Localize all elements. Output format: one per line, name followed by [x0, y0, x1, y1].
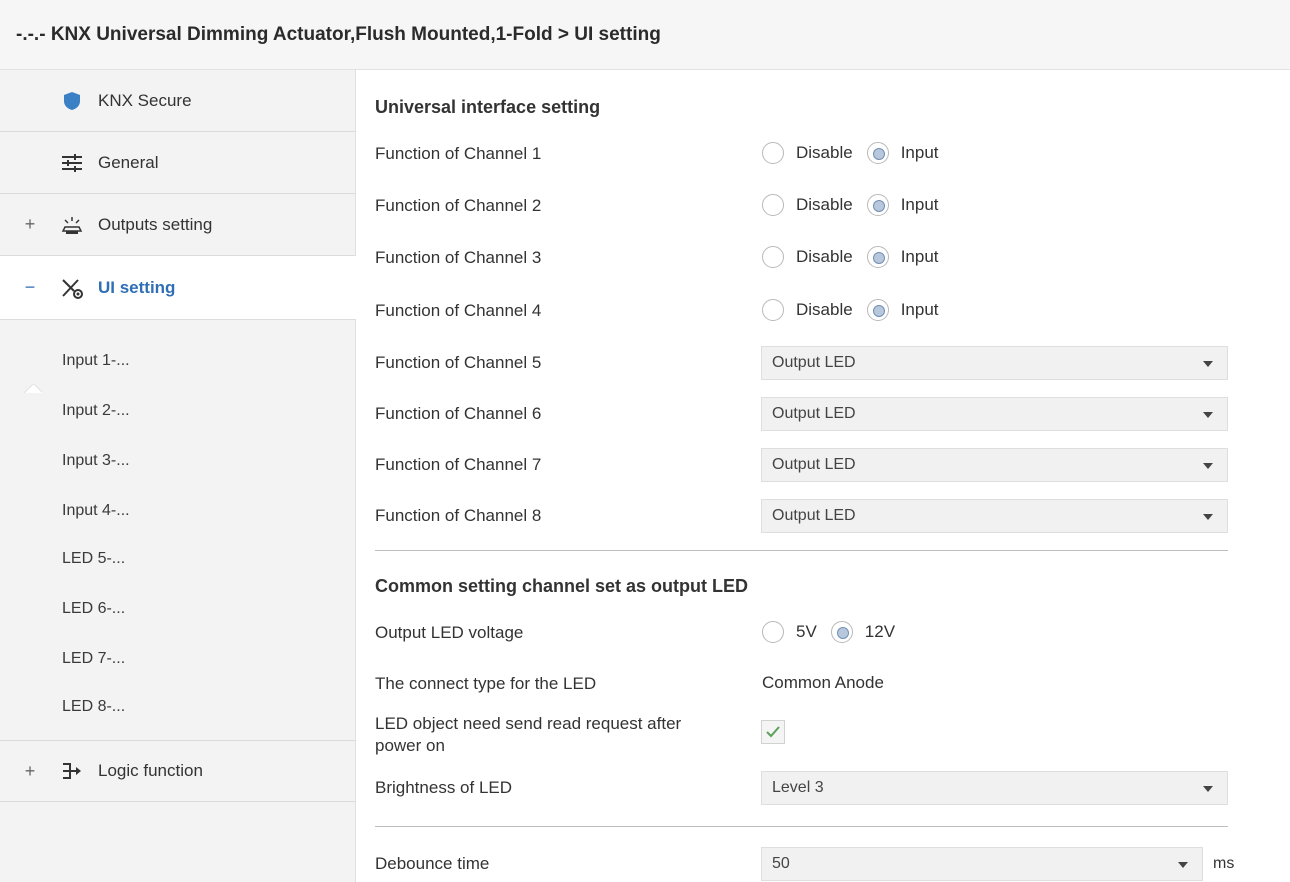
read-request-label-line2: power on — [375, 736, 445, 755]
debounce-unit: ms — [1213, 855, 1235, 872]
radio-label-5v: 5V — [796, 622, 817, 641]
channel-4-disable-radio[interactable] — [762, 299, 784, 321]
section-title-universal-interface: Universal interface setting — [375, 97, 601, 117]
section-divider — [375, 826, 1228, 827]
channel-2-radio-group: Disable Input — [762, 194, 953, 216]
sidebar-item-logic-function[interactable]: + Logic function — [0, 740, 356, 802]
channel-4-input-radio[interactable] — [866, 299, 889, 321]
read-request-label: LED object need send read request after … — [375, 713, 681, 757]
read-request-checkbox[interactable] — [761, 720, 785, 744]
channel-2-label: Function of Channel 2 — [375, 196, 542, 215]
channel-7-select-value: Output LED — [772, 456, 856, 473]
chevron-down-icon — [1203, 412, 1213, 418]
sidebar-item-label: UI setting — [98, 277, 176, 297]
channel-1-disable-radio[interactable] — [762, 142, 784, 164]
sidebar-item-knx-secure[interactable]: KNX Secure — [0, 70, 356, 132]
voltage-12v-radio[interactable] — [830, 621, 853, 643]
output-led-voltage-label: Output LED voltage — [375, 623, 524, 642]
expand-icon[interactable]: + — [22, 761, 38, 782]
debounce-time-value: 50 — [772, 855, 790, 872]
chevron-down-icon — [1203, 463, 1213, 469]
sidebar-subitem-led-5[interactable]: LED 5-... — [62, 550, 125, 568]
sidebar-subitem-input-1[interactable]: Input 1-... — [62, 352, 130, 370]
lamp-icon — [60, 213, 84, 237]
channel-2-input-radio[interactable] — [866, 194, 889, 216]
debounce-time-label: Debounce time — [375, 854, 490, 873]
sidebar-subitem-led-8[interactable]: LED 8-... — [62, 698, 125, 716]
sidebar-item-ui-setting[interactable]: − UI setting — [0, 256, 356, 320]
sidebar-subitem-input-4[interactable]: Input 4-... — [62, 502, 130, 520]
channel-7-label: Function of Channel 7 — [375, 455, 542, 474]
debounce-time-select[interactable]: 50 — [761, 847, 1203, 881]
sidebar-item-general[interactable]: General — [0, 132, 356, 194]
brightness-select-value: Level 3 — [772, 779, 824, 796]
channel-5-select[interactable]: Output LED — [761, 346, 1228, 380]
radio-label-input: Input — [900, 300, 939, 319]
channel-8-select[interactable]: Output LED — [761, 499, 1228, 533]
channel-3-label: Function of Channel 3 — [375, 248, 542, 267]
radio-label-disable: Disable — [796, 247, 853, 266]
section-divider — [375, 550, 1228, 551]
voltage-5v-radio[interactable] — [762, 621, 784, 643]
shield-icon — [60, 89, 84, 113]
expand-icon[interactable]: + — [22, 214, 38, 235]
chevron-down-icon — [1203, 361, 1213, 367]
collapse-icon[interactable]: − — [22, 277, 38, 298]
sidebar-subitem-input-3[interactable]: Input 3-... — [62, 452, 130, 470]
channel-6-label: Function of Channel 6 — [375, 404, 542, 423]
channel-2-disable-radio[interactable] — [762, 194, 784, 216]
channel-5-label: Function of Channel 5 — [375, 353, 542, 372]
active-item-pointer — [24, 384, 42, 393]
channel-1-label: Function of Channel 1 — [375, 144, 542, 163]
channel-4-radio-group: Disable Input — [762, 299, 953, 321]
read-request-label-line1: LED object need send read request after — [375, 714, 682, 733]
radio-label-disable: Disable — [796, 300, 853, 319]
channel-1-input-radio[interactable] — [866, 142, 889, 164]
channel-3-input-radio[interactable] — [866, 246, 889, 268]
sidebar-item-label: Logic function — [98, 761, 203, 780]
connect-type-label: The connect type for the LED — [375, 674, 597, 693]
channel-1-radio-group: Disable Input — [762, 142, 953, 164]
channel-3-disable-radio[interactable] — [762, 246, 784, 268]
logic-gate-icon — [60, 759, 84, 783]
sidebar-item-label: Outputs setting — [98, 214, 213, 234]
sidebar-subitem-led-6[interactable]: LED 6-... — [62, 600, 125, 618]
sliders-icon — [60, 151, 84, 175]
channel-4-label: Function of Channel 4 — [375, 301, 542, 320]
radio-label-input: Input — [900, 143, 939, 162]
sidebar-item-label: General — [98, 152, 159, 172]
channel-8-select-value: Output LED — [772, 507, 856, 524]
brightness-select[interactable]: Level 3 — [761, 771, 1228, 805]
channel-6-select[interactable]: Output LED — [761, 397, 1228, 431]
channel-5-select-value: Output LED — [772, 354, 856, 371]
channel-6-select-value: Output LED — [772, 405, 856, 422]
ui-tools-icon — [60, 276, 84, 300]
window-title: -.-.- KNX Universal Dimming Actuator,Flu… — [0, 0, 1290, 70]
channel-7-select[interactable]: Output LED — [761, 448, 1228, 482]
parameter-panel: Universal interface setting Function of … — [357, 70, 1290, 882]
output-led-voltage-radio-group: 5V 12V — [762, 621, 909, 643]
section-title-common-led: Common setting channel set as output LED — [375, 576, 749, 596]
brightness-label: Brightness of LED — [375, 778, 513, 797]
channel-8-label: Function of Channel 8 — [375, 506, 542, 525]
sidebar-subitem-led-7[interactable]: LED 7-... — [62, 650, 125, 668]
radio-label-disable: Disable — [796, 195, 853, 214]
connect-type-value: Common Anode — [762, 673, 884, 692]
sidebar-item-label: KNX Secure — [98, 90, 192, 110]
checkmark-icon — [766, 726, 780, 738]
radio-label-input: Input — [900, 247, 939, 266]
sidebar-subitem-input-2[interactable]: Input 2-... — [62, 402, 130, 420]
radio-label-input: Input — [900, 195, 939, 214]
sidebar: KNX Secure General + Outputs setting − U… — [0, 70, 356, 882]
channel-3-radio-group: Disable Input — [762, 246, 953, 268]
sidebar-item-outputs-setting[interactable]: + Outputs setting — [0, 194, 356, 256]
chevron-down-icon — [1203, 514, 1213, 520]
radio-label-12v: 12V — [864, 622, 896, 641]
chevron-down-icon — [1203, 786, 1213, 792]
chevron-down-icon — [1178, 862, 1188, 868]
radio-label-disable: Disable — [796, 143, 853, 162]
